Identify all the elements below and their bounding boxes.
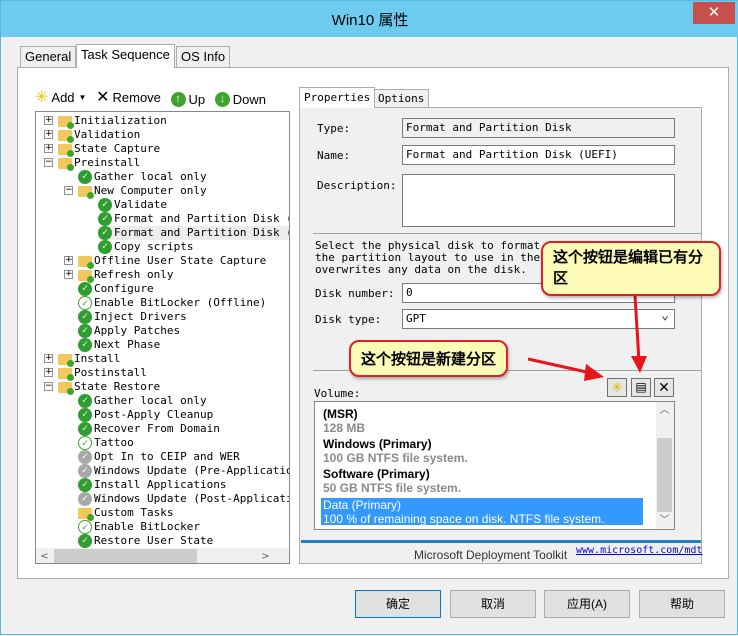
arrow-head (631, 356, 647, 373)
ok-button[interactable]: 确定 (355, 590, 441, 618)
tab-task-sequence[interactable]: Task Sequence (76, 44, 175, 68)
arrow-line (633, 295, 641, 362)
arrow-head (584, 364, 604, 381)
arrow-line (527, 357, 592, 375)
edit-partition-callout: 这个按钮是编辑已有分区 (541, 241, 721, 296)
new-partition-callout: 这个按钮是新建分区 (349, 340, 509, 377)
apply-button[interactable]: 应用(A) (544, 590, 630, 618)
cancel-button[interactable]: 取消 (450, 590, 536, 618)
tab-properties[interactable]: Properties (299, 87, 376, 108)
help-button[interactable]: 帮助 (639, 590, 725, 618)
